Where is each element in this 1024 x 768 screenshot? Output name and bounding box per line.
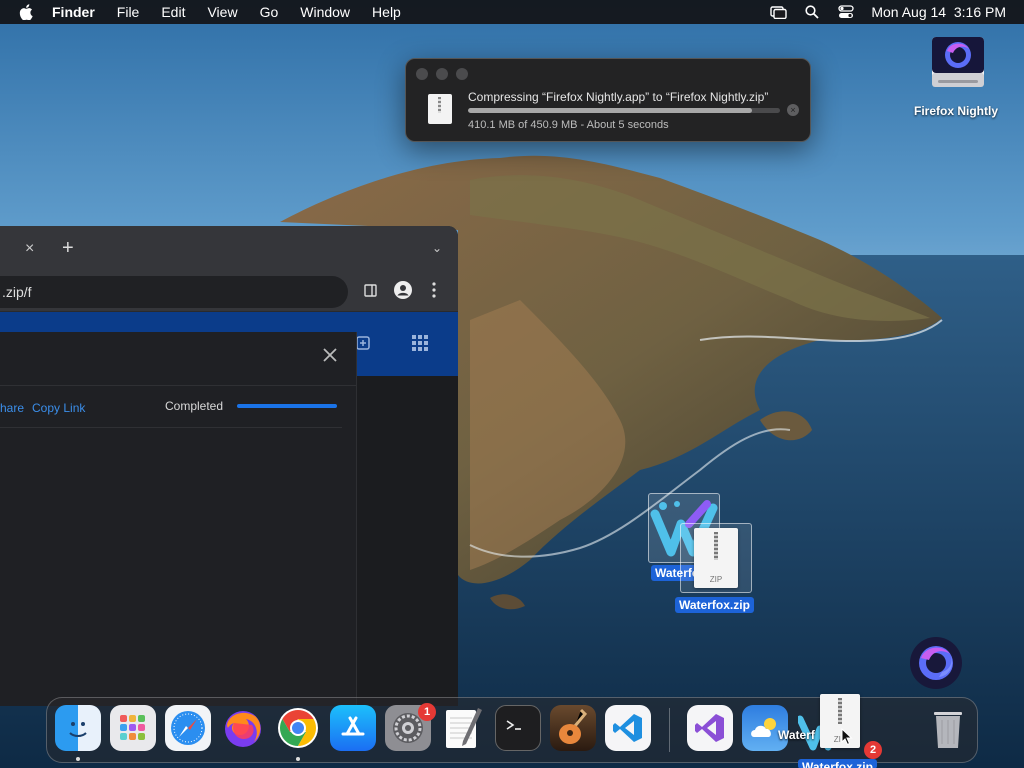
- system-settings-badge: 1: [418, 703, 436, 721]
- dock-firefox[interactable]: [220, 705, 266, 751]
- menu-help[interactable]: Help: [361, 0, 412, 24]
- firefox-nightly-drive-icon[interactable]: [928, 33, 988, 97]
- chevron-down-icon[interactable]: ⌄: [432, 241, 442, 255]
- dock: 1 ZIP 2: [46, 694, 978, 763]
- zoom-window-button[interactable]: [456, 68, 468, 80]
- dock-app-store[interactable]: [330, 705, 376, 751]
- apple-logo-icon[interactable]: [0, 4, 52, 20]
- dock-visual-studio[interactable]: [687, 705, 733, 751]
- compress-status: 410.1 MB of 450.9 MB - About 5 seconds: [468, 119, 669, 131]
- firefox-nightly-app-icon[interactable]: [909, 636, 963, 690]
- browser-tab-bar: × + ⌄: [0, 226, 458, 272]
- compress-progress-fill: [468, 108, 752, 113]
- search-icon[interactable]: [803, 4, 821, 20]
- waterfox-zip-icon[interactable]: ZIP: [680, 523, 752, 593]
- dock-textedit[interactable]: [440, 705, 486, 751]
- browser-menu-icon[interactable]: [432, 282, 436, 301]
- mouse-cursor-icon: [841, 727, 853, 746]
- firefox-nightly-drive-label[interactable]: Firefox Nightly: [914, 104, 998, 118]
- browser-page: hare Copy Link Completed: [0, 312, 458, 706]
- download-status: Completed: [165, 399, 224, 413]
- control-center-icon[interactable]: [837, 4, 855, 20]
- dock-separator: [669, 708, 670, 752]
- download-progress-bar: [237, 404, 337, 408]
- dock-chrome-running-dot: [296, 757, 300, 761]
- dock-zip-file-icon: ZIP: [820, 694, 860, 748]
- dragging-waterfox-label: Waterf: [778, 728, 815, 742]
- waterfox-zip-label[interactable]: Waterfox.zip: [675, 597, 754, 613]
- side-panel-icon[interactable]: [364, 284, 377, 300]
- menu-bar: Finder File Edit View Go Window Help Mon…: [0, 0, 1024, 24]
- dock-trash[interactable]: [925, 705, 971, 751]
- close-tab-icon[interactable]: ×: [25, 240, 34, 258]
- download-row: hare Copy Link Completed: [0, 386, 342, 428]
- menu-clock[interactable]: Mon Aug 14 3:16 PM: [871, 4, 1006, 20]
- dock-launchpad[interactable]: [110, 705, 156, 751]
- dock-chrome[interactable]: [275, 705, 321, 751]
- browser-window: × + ⌄ .zip/f hare Copy Link Completed: [0, 226, 458, 706]
- dialog-header: [0, 332, 356, 386]
- dock-finder-running-dot: [76, 757, 80, 761]
- menu-window[interactable]: Window: [289, 0, 361, 24]
- apps-grid-icon[interactable]: [412, 335, 428, 354]
- zip-file-icon: [428, 94, 452, 124]
- window-traffic-lights: [416, 68, 468, 80]
- stop-compress-button[interactable]: ×: [787, 104, 799, 116]
- address-bar[interactable]: .zip/f: [0, 276, 348, 308]
- minimize-window-button[interactable]: [436, 68, 448, 80]
- menu-app-name[interactable]: Finder: [52, 0, 106, 24]
- dock-vscode[interactable]: [605, 705, 651, 751]
- add-icon[interactable]: [356, 336, 370, 353]
- close-window-button[interactable]: [416, 68, 428, 80]
- menu-view[interactable]: View: [196, 0, 248, 24]
- screen-mirroring-icon[interactable]: [769, 4, 787, 20]
- download-dialog: hare Copy Link Completed: [0, 332, 357, 706]
- compress-progress-bar: [468, 108, 780, 113]
- dock-garageband[interactable]: [550, 705, 596, 751]
- menu-edit[interactable]: Edit: [150, 0, 196, 24]
- profile-avatar-icon[interactable]: [394, 281, 412, 302]
- dock-terminal[interactable]: [495, 705, 541, 751]
- close-dialog-icon[interactable]: [322, 346, 338, 369]
- browser-toolbar: .zip/f: [0, 272, 458, 312]
- menu-go[interactable]: Go: [249, 0, 290, 24]
- share-link[interactable]: hare: [0, 401, 24, 415]
- downloads-badge: 2: [864, 741, 882, 759]
- new-tab-icon[interactable]: +: [62, 237, 74, 260]
- dragging-zip-label: Waterfox.zip: [798, 759, 877, 768]
- menu-file[interactable]: File: [106, 0, 151, 24]
- compress-progress-window: Compressing “Firefox Nightly.app” to “Fi…: [405, 58, 811, 142]
- copy-link[interactable]: Copy Link: [32, 401, 85, 415]
- dock-safari[interactable]: [165, 705, 211, 751]
- dock-finder[interactable]: [55, 705, 101, 751]
- compress-title: Compressing “Firefox Nightly.app” to “Fi…: [468, 90, 769, 104]
